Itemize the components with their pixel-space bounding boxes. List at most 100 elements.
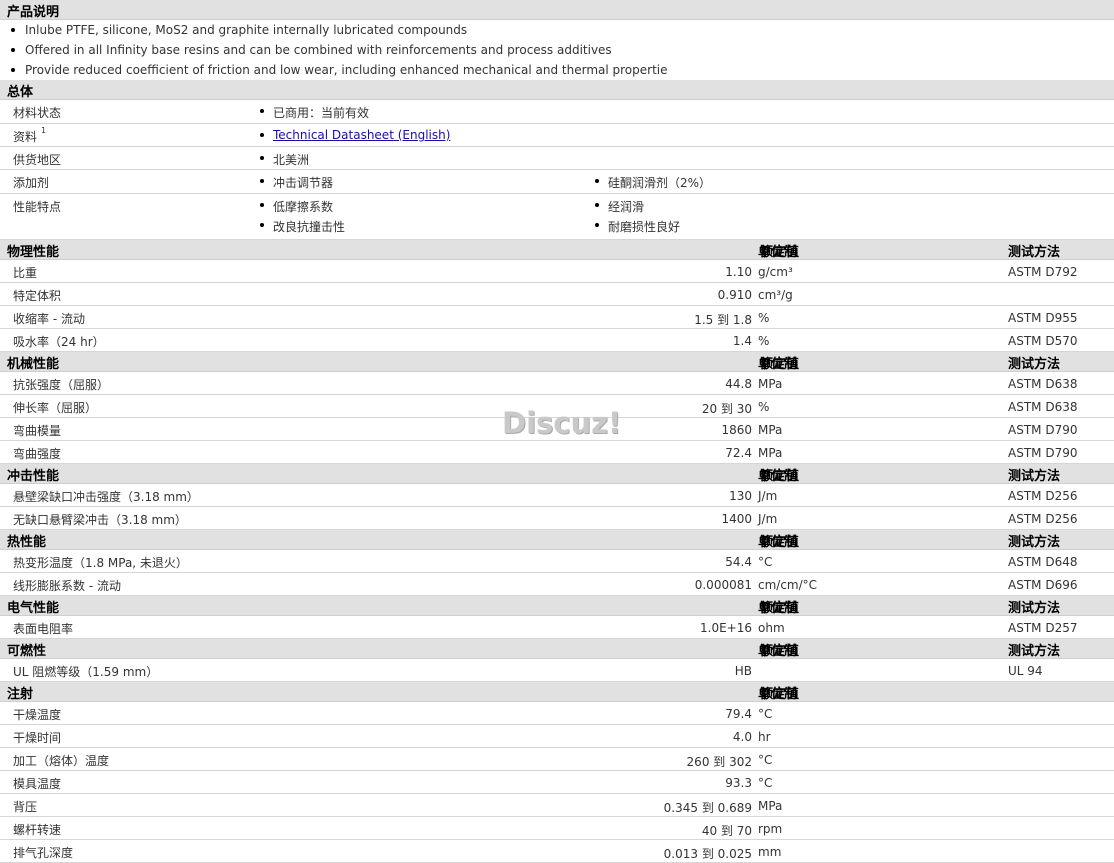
test-method: ASTM D638 [1008, 377, 1078, 391]
property-value: 1860 [721, 423, 752, 437]
property-row: 热变形温度（1.8 MPa, 未退火） 54.4 °C ASTM D648 [0, 550, 1114, 573]
section-header: 热性能 额定值 单位制 测试方法 [0, 530, 1114, 550]
section-title: 总体 [7, 85, 34, 100]
test-method: ASTM D790 [1008, 423, 1078, 437]
row-label: 材料状态 [13, 106, 62, 120]
property-name: 表面电阻率 [13, 622, 74, 636]
property-row: 特定体积 0.910 cm³/g [0, 283, 1114, 306]
property-name: 无缺口悬臂梁冲击（3.18 mm） [13, 513, 187, 527]
test-method: ASTM D648 [1008, 555, 1078, 569]
property-unit: MPa [758, 377, 783, 391]
bullet-icon [260, 203, 264, 207]
general-row: 添加剂 冲击调节器 硅酮润滑剂（2%） [0, 170, 1114, 194]
property-value: 79.4 [725, 707, 752, 721]
property-row: 干燥时间 4.0 hr [0, 725, 1114, 748]
section-header: 机械性能 额定值 单位制 测试方法 [0, 352, 1114, 372]
property-value: 54.4 [725, 555, 752, 569]
property-unit: cm/cm/°C [758, 578, 818, 592]
bullet-icon [260, 109, 264, 113]
property-row: 加工（熔体）温度 260 到 302 °C [0, 748, 1114, 771]
section-title: 机械性能 [7, 357, 60, 372]
test-method: ASTM D790 [1008, 446, 1078, 460]
section-title: 热性能 [7, 535, 47, 550]
general-row: 供货地区 北美洲 [0, 147, 1114, 170]
section-header: 注射 额定值 单位制 [0, 682, 1114, 702]
property-value: 72.4 [725, 446, 752, 460]
property-name: 弯曲强度 [13, 447, 62, 461]
row-value: 改良抗撞击性 [273, 220, 346, 234]
section-title: 产品说明 [7, 5, 60, 20]
property-value: 1400 [721, 512, 752, 526]
property-row: 背压 0.345 到 0.689 MPa [0, 794, 1114, 817]
property-name: 收缩率 - 流动 [13, 312, 85, 326]
footnote-marker: 1 [41, 126, 47, 135]
general-row: 性能特点 低摩擦系数 经润滑 改良抗撞击性 耐磨损性良好 [0, 194, 1114, 240]
property-value: 93.3 [725, 776, 752, 790]
property-name: 弯曲模量 [13, 424, 62, 438]
column-header-method: 测试方法 [1008, 357, 1061, 372]
property-value: 1.10 [725, 265, 752, 279]
section-title: 可燃性 [7, 644, 47, 659]
property-unit: g/cm³ [758, 265, 793, 279]
section-title: 物理性能 [7, 245, 60, 260]
bullet-icon [595, 203, 599, 207]
row-value: 北美洲 [273, 153, 310, 167]
section-header: 可燃性 额定值 单位制 测试方法 [0, 639, 1114, 659]
property-name: 螺杆转速 [13, 823, 62, 837]
property-value: 1.4 [732, 334, 752, 348]
property-value: 260 到 302 [686, 755, 752, 769]
property-row: 弯曲强度 72.4 MPa ASTM D790 [0, 441, 1114, 464]
bullet-text: Provide reduced coefficient of friction … [25, 63, 668, 77]
property-row: 悬壁梁缺口冲击强度（3.18 mm） 130 J/m ASTM D256 [0, 484, 1114, 507]
property-unit: hr [758, 730, 771, 744]
property-name: UL 阻燃等级（1.59 mm） [13, 665, 159, 679]
bullet-icon [595, 223, 599, 227]
property-unit: °C [758, 555, 773, 569]
test-method: ASTM D570 [1008, 334, 1078, 348]
test-method: ASTM D256 [1008, 489, 1078, 503]
property-name: 热变形温度（1.8 MPa, 未退火） [13, 556, 188, 570]
bullet-icon [11, 28, 15, 32]
section-header: 物理性能 额定值 单位制 测试方法 [0, 240, 1114, 260]
property-value: 20 到 30 [701, 402, 752, 416]
column-header-unit: 单位制 [758, 469, 798, 484]
property-value: 40 到 70 [701, 824, 752, 838]
row-value: 低摩擦系数 [273, 200, 334, 214]
property-unit: °C [758, 753, 773, 767]
property-name: 特定体积 [13, 289, 62, 303]
column-header-unit: 单位制 [758, 601, 798, 616]
test-method: ASTM D792 [1008, 265, 1078, 279]
datasheet-link[interactable]: Technical Datasheet (English) [273, 128, 450, 142]
test-method: ASTM D257 [1008, 621, 1078, 635]
row-value: 硅酮润滑剂（2%） [608, 176, 712, 190]
property-value: 44.8 [725, 377, 752, 391]
property-unit: J/m [758, 512, 778, 526]
test-method: ASTM D696 [1008, 578, 1078, 592]
property-unit: MPa [758, 799, 783, 813]
property-value: 0.013 到 0.025 [663, 847, 752, 861]
property-unit: % [758, 311, 770, 325]
general-row: 资料 1 Technical Datasheet (English) [0, 124, 1114, 147]
property-row: 无缺口悬臂梁冲击（3.18 mm） 1400 J/m ASTM D256 [0, 507, 1114, 530]
bullet-icon [260, 179, 264, 183]
property-name: 比重 [13, 266, 38, 280]
property-unit: rpm [758, 822, 783, 836]
column-header-unit: 单位制 [758, 535, 798, 550]
property-value: 130 [729, 489, 752, 503]
property-unit: °C [758, 776, 773, 790]
watermark: Discuz! [502, 406, 622, 440]
property-value: 1.5 到 1.8 [694, 313, 752, 327]
section-header: 冲击性能 额定值 单位制 测试方法 [0, 464, 1114, 484]
row-label: 供货地区 [13, 153, 62, 167]
column-header-method: 测试方法 [1008, 644, 1061, 659]
bullet-text: Inlube PTFE, silicone, MoS2 and graphite… [25, 23, 468, 37]
general-row: 材料状态 已商用：当前有效 [0, 100, 1114, 124]
bullet-icon [260, 133, 264, 137]
property-unit: cm³/g [758, 288, 793, 302]
section-header-description: 产品说明 [0, 0, 1114, 20]
row-label: 性能特点 [13, 200, 62, 214]
property-unit: ohm [758, 621, 785, 635]
bullet-icon [11, 68, 15, 72]
property-name: 模具温度 [13, 777, 62, 791]
property-unit: MPa [758, 423, 783, 437]
